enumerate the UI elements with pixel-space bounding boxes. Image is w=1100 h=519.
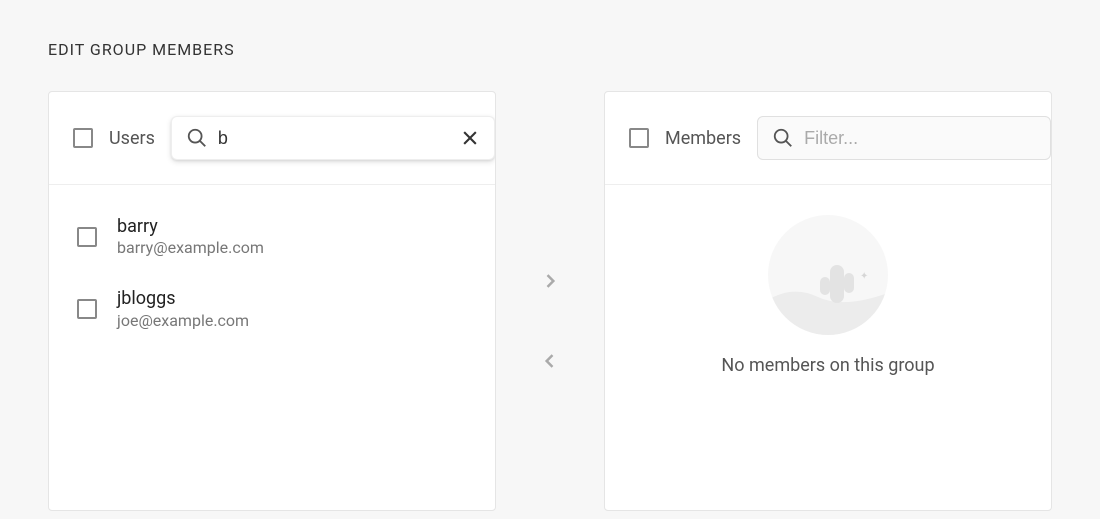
search-icon: [772, 127, 794, 149]
empty-text: No members on this group: [721, 355, 934, 376]
chevron-right-icon: [540, 271, 560, 291]
members-empty-state: ✦ No members on this group: [605, 185, 1051, 510]
list-item[interactable]: barry barry@example.com: [49, 201, 495, 273]
chevron-left-icon: [540, 351, 560, 371]
close-icon: [460, 128, 480, 148]
move-left-button[interactable]: [534, 345, 566, 377]
users-panel: Users: [48, 91, 496, 511]
page-title: EDIT GROUP MEMBERS: [48, 40, 1052, 59]
members-select-all-checkbox[interactable]: [629, 128, 649, 148]
empty-illustration: ✦: [768, 215, 888, 335]
users-search-input[interactable]: [218, 128, 450, 149]
move-right-button[interactable]: [534, 265, 566, 297]
transfer-columns: Users: [48, 91, 1052, 511]
user-checkbox[interactable]: [77, 227, 97, 247]
users-search-box[interactable]: [171, 116, 495, 160]
cactus-icon: ✦: [768, 215, 888, 335]
members-panel-label: Members: [665, 128, 741, 149]
user-name: barry: [117, 215, 264, 238]
search-icon: [186, 127, 208, 149]
list-item[interactable]: jbloggs joe@example.com: [49, 273, 495, 345]
users-panel-label: Users: [109, 128, 155, 149]
user-email: barry@example.com: [117, 238, 264, 259]
users-select-all-checkbox[interactable]: [73, 128, 93, 148]
user-name: jbloggs: [117, 287, 249, 310]
members-search-input[interactable]: [804, 128, 1036, 149]
clear-search-button[interactable]: [460, 128, 480, 148]
svg-text:✦: ✦: [860, 271, 868, 282]
user-checkbox[interactable]: [77, 299, 97, 319]
members-panel: Members ✦: [604, 91, 1052, 511]
users-list: barry barry@example.com jbloggs joe@exam…: [49, 185, 495, 510]
user-email: joe@example.com: [117, 311, 249, 332]
transfer-controls: [496, 91, 604, 511]
users-panel-header: Users: [49, 92, 495, 185]
members-panel-header: Members: [605, 92, 1051, 185]
members-search-box[interactable]: [757, 116, 1051, 160]
